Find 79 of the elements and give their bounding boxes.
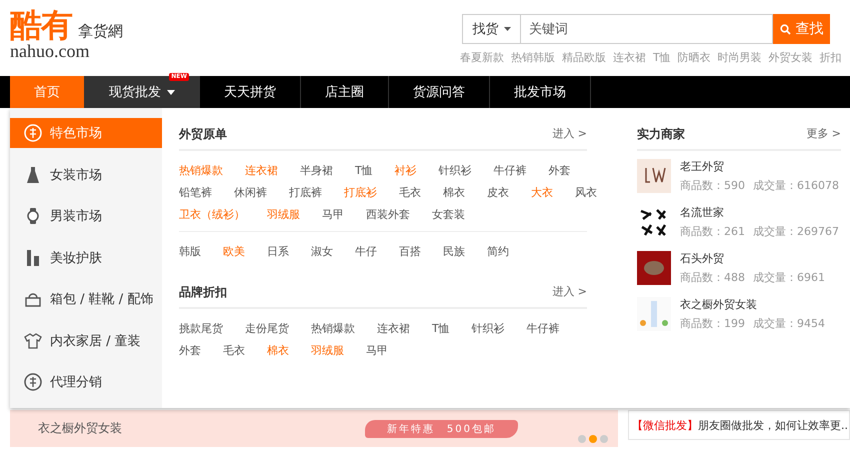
category-link[interactable]: 牛仔裤 bbox=[526, 320, 560, 336]
category-item[interactable]: 男装市场 bbox=[10, 201, 162, 231]
logo-domain: nahuo.com bbox=[10, 42, 90, 60]
merchant-name[interactable]: 衣之橱外贸女装 bbox=[680, 297, 825, 312]
category-link[interactable]: 简约 bbox=[487, 244, 509, 258]
category-link[interactable]: 韩版 bbox=[179, 244, 201, 258]
category-link[interactable]: 针织衫 bbox=[472, 320, 505, 336]
carousel-dot[interactable] bbox=[578, 435, 586, 443]
search-field[interactable]: 关键词 bbox=[520, 14, 773, 44]
category-link[interactable]: 半身裙 bbox=[300, 162, 333, 178]
caret-icon bbox=[167, 90, 175, 94]
category-link[interactable]: 针织衫 bbox=[438, 162, 472, 178]
goods-count: 商品数：488 bbox=[680, 270, 745, 285]
caret-icon bbox=[504, 27, 510, 31]
category-link[interactable]: 日系 bbox=[267, 244, 289, 258]
sales-count: 成交量：6961 bbox=[753, 270, 825, 285]
news-item[interactable]: 【微信批发】朋友圈做批发，如何让效率更... bbox=[628, 410, 850, 440]
merchant-name[interactable]: 石头外贸 bbox=[680, 251, 825, 266]
sales-count: 成交量：269767 bbox=[753, 224, 839, 239]
banner-title: 衣之橱外贸女装 bbox=[38, 420, 122, 437]
category-link[interactable]: 百搭 bbox=[399, 244, 421, 258]
more-link[interactable]: 更多 > bbox=[806, 126, 841, 143]
category-link[interactable]: 棉衣 bbox=[443, 184, 465, 200]
category-link[interactable]: 外套 bbox=[179, 342, 201, 358]
category-link[interactable]: 走份尾货 bbox=[245, 320, 289, 336]
carousel-dot[interactable] bbox=[600, 435, 608, 443]
section-title: 外贸原单 bbox=[179, 126, 227, 143]
category-item[interactable]: 美妆护肤 bbox=[10, 242, 162, 272]
section-title: 实力商家 bbox=[637, 126, 685, 143]
promo-label: 新年特惠 500包邮 bbox=[364, 420, 518, 438]
carousel-dot[interactable] bbox=[589, 435, 597, 443]
category-link[interactable]: T恤 bbox=[355, 162, 373, 178]
category-link[interactable]: T恤 bbox=[432, 320, 450, 336]
category-link[interactable]: 女套装 bbox=[432, 206, 465, 222]
shirt-icon bbox=[24, 332, 42, 350]
category-link[interactable]: 风衣 bbox=[575, 184, 597, 200]
lipstick-icon bbox=[24, 248, 42, 266]
goods-count: 商品数：261 bbox=[680, 224, 745, 239]
category-link[interactable]: 皮衣 bbox=[487, 184, 509, 200]
search-scope-dropdown[interactable]: 找货 bbox=[462, 14, 520, 44]
category-link[interactable]: 西装外套 bbox=[366, 206, 410, 222]
category-link[interactable]: 马甲 bbox=[366, 342, 388, 358]
dress-icon bbox=[24, 166, 42, 184]
category-link[interactable]: 民族 bbox=[443, 244, 465, 258]
category-link[interactable]: 挑款尾货 bbox=[179, 320, 223, 336]
merchant-logo bbox=[637, 159, 671, 193]
category-item[interactable]: 箱包 / 鞋靴 / 配饰 bbox=[10, 284, 162, 314]
merchant-name[interactable]: 老王外贸 bbox=[680, 159, 839, 174]
news-text: 朋友圈做批发，如何让效率更... bbox=[698, 418, 849, 432]
logo-tagline: 拿货網 bbox=[78, 21, 123, 42]
category-link[interactable]: 毛衣 bbox=[223, 342, 245, 358]
category-item[interactable]: 代理分销 bbox=[10, 367, 162, 397]
search-icon bbox=[780, 24, 790, 34]
promo-banner[interactable]: 衣之橱外贸女装 新年特惠 500包邮 bbox=[10, 410, 618, 447]
enter-link[interactable]: 进入 > bbox=[552, 126, 587, 143]
category-link[interactable]: 淑女 bbox=[311, 244, 333, 258]
category-link[interactable]: 马甲 bbox=[322, 206, 344, 222]
news-tag: 【微信批发】 bbox=[632, 418, 698, 432]
circle-glyph-icon bbox=[24, 373, 42, 391]
circle-glyph-icon bbox=[24, 124, 42, 142]
category-item[interactable]: 女装市场 bbox=[10, 160, 162, 190]
enter-link[interactable]: 进入 > bbox=[552, 284, 587, 301]
category-link[interactable]: 连衣裙 bbox=[377, 320, 410, 336]
merchant-name[interactable]: 名流世家 bbox=[680, 205, 839, 220]
goods-count: 商品数：199 bbox=[680, 316, 745, 331]
category-link[interactable]: 铅笔裤 bbox=[179, 184, 212, 200]
category-link[interactable]: 毛衣 bbox=[399, 184, 421, 200]
category-link[interactable]: 外套 bbox=[548, 162, 571, 178]
section-title: 品牌折扣 bbox=[179, 284, 227, 301]
category-link[interactable]: 牛仔裤 bbox=[494, 162, 527, 178]
category-link[interactable]: 休闲裤 bbox=[234, 184, 267, 200]
category-link[interactable]: 牛仔 bbox=[355, 244, 377, 258]
sales-count: 成交量：616078 bbox=[753, 178, 839, 193]
sales-count: 成交量：9454 bbox=[753, 316, 825, 331]
goods-count: 商品数：590 bbox=[680, 178, 745, 193]
category-link[interactable]: 热销爆款 bbox=[311, 320, 355, 336]
merchant-photo bbox=[637, 251, 671, 285]
category-item[interactable]: 内衣家居 / 童装 bbox=[10, 326, 162, 356]
category-link[interactable]: 打底裤 bbox=[289, 184, 322, 200]
